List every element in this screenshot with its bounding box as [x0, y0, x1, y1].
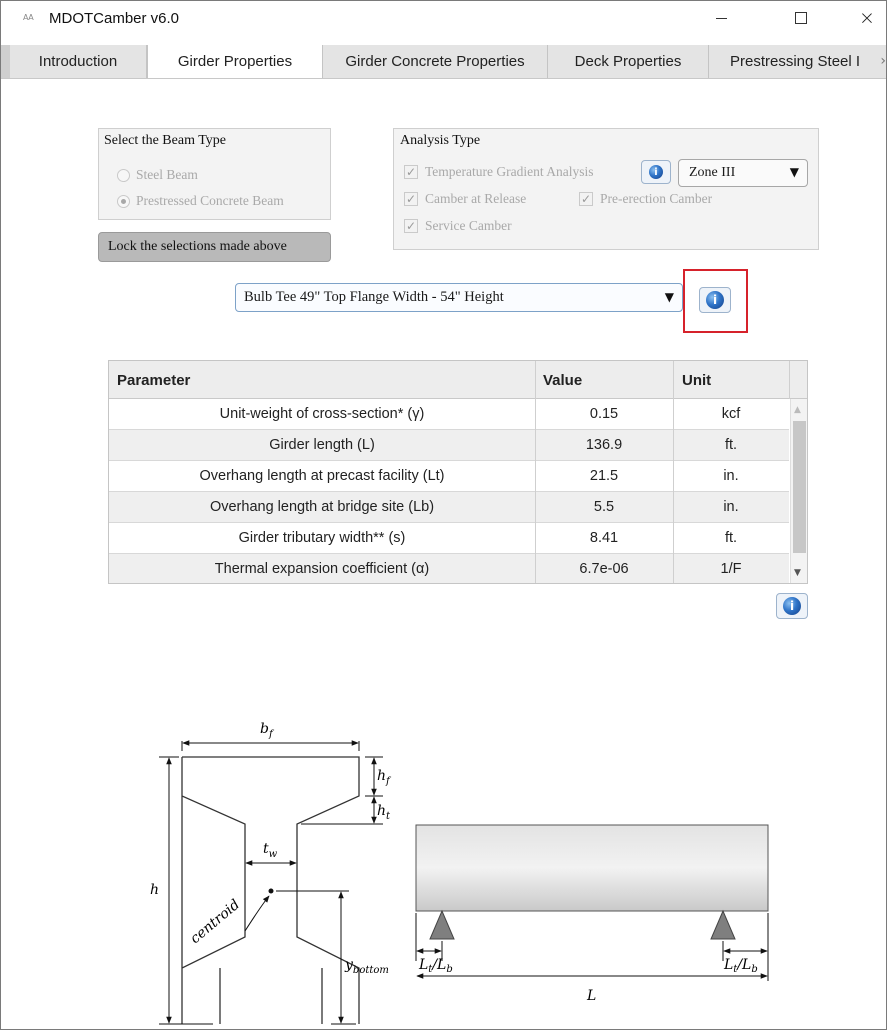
- right-support: [710, 909, 736, 940]
- girder-elevation: [415, 824, 769, 912]
- cross-section-diagram: bf h hf ht tw centroid ybottom: [150, 721, 392, 1025]
- hf-label: hf: [377, 768, 392, 787]
- bf-label: bf: [260, 721, 275, 740]
- centroid-dot: [268, 888, 274, 894]
- ht-label: ht: [377, 803, 391, 822]
- centroid-label: centroid: [187, 897, 243, 947]
- centroid-arrow: [244, 895, 270, 932]
- left-support: [429, 909, 455, 940]
- h-label: h: [150, 882, 159, 898]
- ybottom-label: ybottom: [344, 957, 389, 976]
- girder-elevation-diagram: Lt/Lb Lt/Lb L: [415, 824, 769, 1004]
- tw-label: tw: [263, 841, 278, 860]
- app-window: AA MDOTCamber v6.0 × Introduction Girder…: [0, 0, 887, 1030]
- span-label: L: [586, 988, 596, 1004]
- left-overhang-label: Lt/Lb: [418, 957, 453, 975]
- girder-diagrams: bf h hf ht tw centroid ybottom Lt/Lb Lt/…: [150, 721, 769, 1025]
- right-overhang-label: Lt/Lb: [723, 957, 758, 975]
